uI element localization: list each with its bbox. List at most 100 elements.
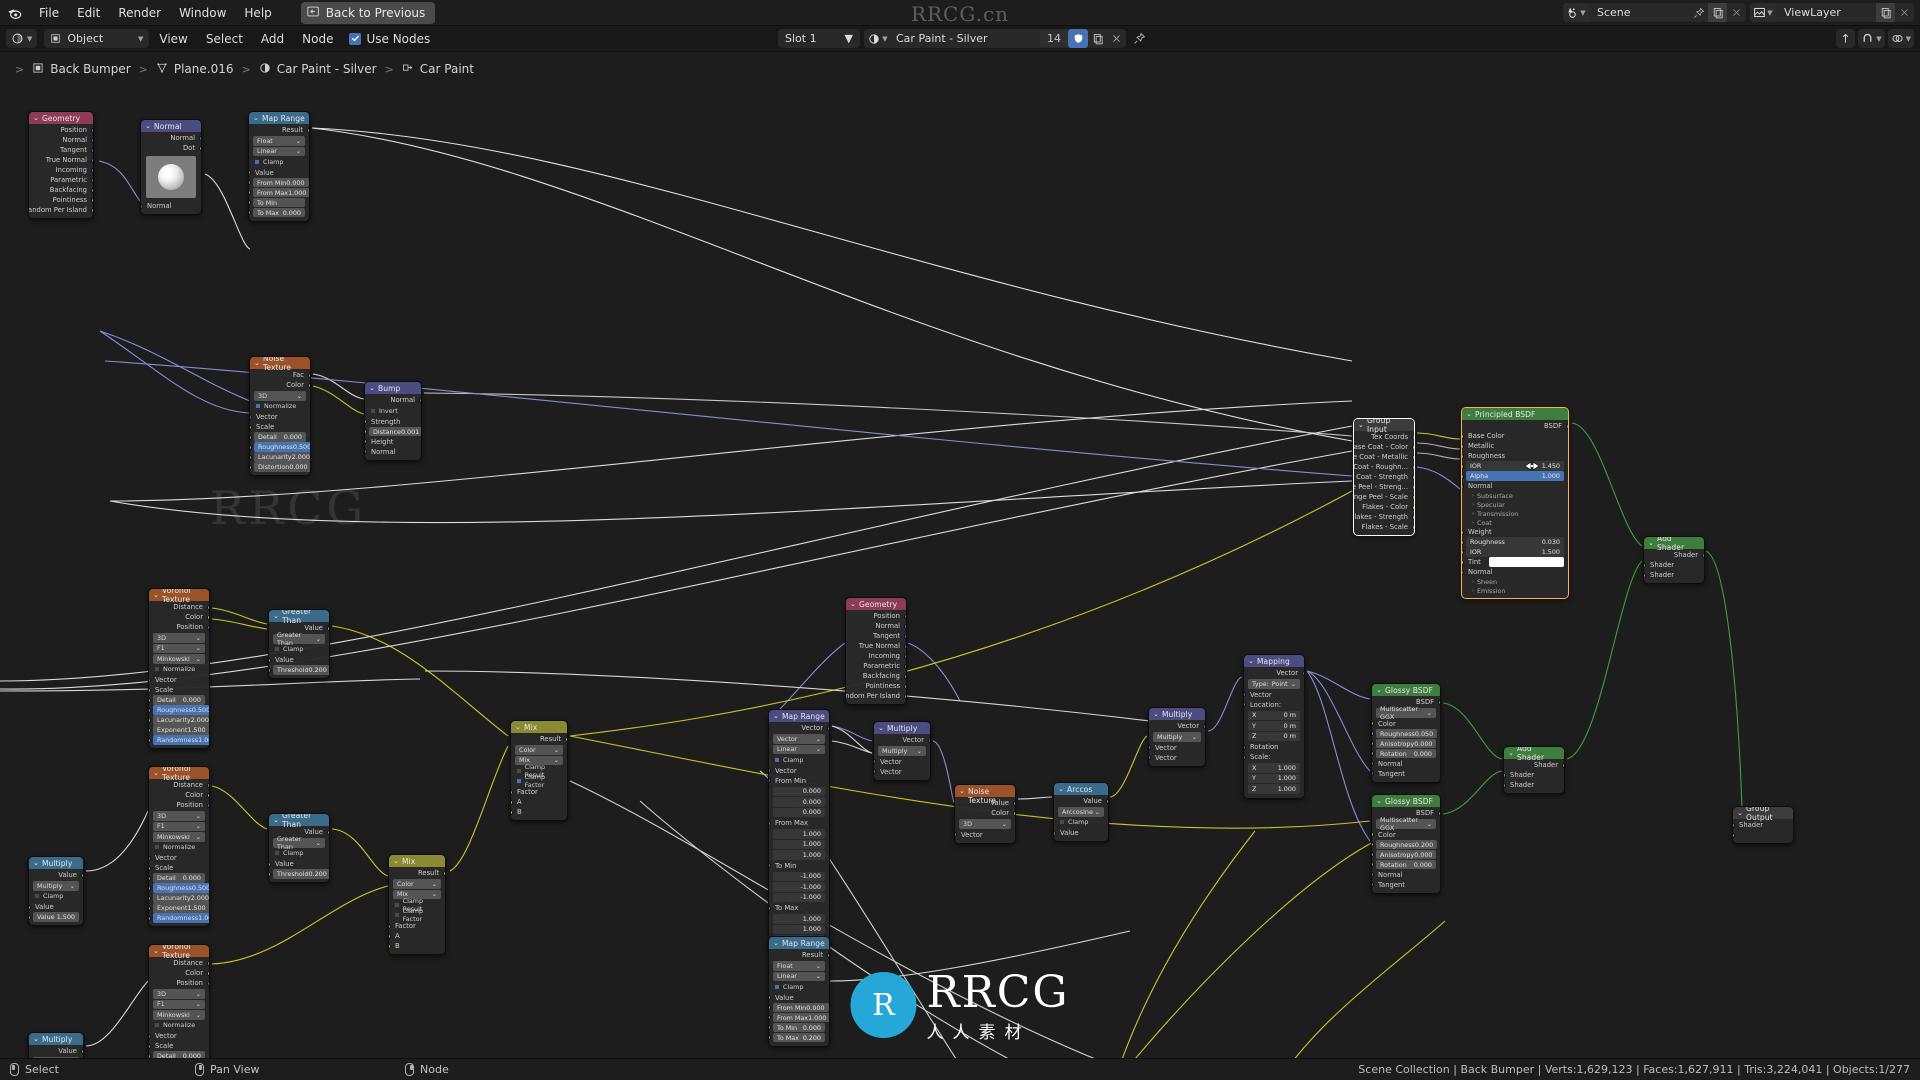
breadcrumb-item-mesh[interactable]: Plane.016 [156,62,234,77]
node-geometry-1-output-7-socket[interactable] [91,197,93,203]
widget-socket[interactable] [769,1035,771,1040]
node-voronoi-2-dropdown-0[interactable]: 3D ⌄ [153,811,205,821]
node-voronoi-2-input-0-socket[interactable] [149,855,151,861]
node-maprange-top[interactable]: ⌄ Map Range Result Float ⌄ Linear ⌄ Clamp Value F… [248,111,310,222]
node-multiply-mid-dropdown-0[interactable]: Multiply ⌄ [878,746,926,756]
node-whitenoise-1-input-0-socket[interactable] [955,832,957,837]
node-maprange-top-widget-3[interactable]: To Max 0.000 [253,207,305,218]
widget-socket[interactable] [250,454,252,460]
node-geometry-1-output-6-socket[interactable] [91,187,93,193]
node-greaterthan-2-output-0-socket[interactable] [327,829,329,835]
node-principled-1-input-1-socket[interactable] [1462,443,1464,449]
node-collapse-icon[interactable]: ⌄ [393,857,399,865]
new-viewlayer-icon[interactable] [1876,3,1895,22]
node-mix-1-dropdown-0[interactable]: Color ⌄ [515,745,563,755]
node-principled-1-panel2-0[interactable]: › Sheen [1462,577,1568,586]
node-header-multiply-mid[interactable]: ⌄ Multiply [874,722,930,734]
node-voronoi-1[interactable]: ⌄ Voronoi Texture Distance Color Position 3D ⌄… [148,588,210,749]
node-principled-1[interactable]: ⌄ Principled BSDF BSDF Base Color Metallic Ro… [1461,407,1569,599]
node-maprange-mid-dropdown-1[interactable]: Linear ⌄ [773,744,825,754]
node-multiply-left-1-widget-0[interactable]: Value 1.500 [33,912,79,922]
node-geometry-1-output-8-socket[interactable] [91,207,93,213]
node-collapse-icon[interactable]: ⌄ [1248,657,1254,665]
widget-socket[interactable] [269,667,271,673]
node-maprange-bot[interactable]: ⌄ Map Range Result Float ⌄ Linear ⌄ Clamp Value F… [768,936,830,1047]
widget-socket[interactable] [1372,842,1374,847]
node-geometry-2-output-7-socket[interactable] [904,683,906,689]
node-principled-1-slider-1[interactable]: Alpha 1.000 [1466,471,1564,481]
widget-socket[interactable] [1372,741,1374,746]
breadcrumb-item-object[interactable]: Back Bumper [32,62,131,77]
node-whitenoise-1-output-0-socket[interactable] [1013,800,1015,806]
delete-scene-icon[interactable] [1727,3,1746,22]
node-collapse-icon[interactable]: ⌄ [878,724,884,732]
node-collapse-icon[interactable]: ⌄ [1153,710,1159,718]
node-multiply-left-1-checkbox-0[interactable]: Clamp [33,892,79,902]
node-maprange-mid-vec-2-val-0[interactable]: -1.000 [773,871,825,881]
node-geometry-1-output-4-socket[interactable] [91,167,93,173]
node-noisetex-1-output-1-socket[interactable] [308,382,310,388]
node-collapse-icon[interactable]: ⌄ [515,723,521,731]
node-greaterthan-1[interactable]: ⌄ Greater Than Value Greater Than ⌄ Clamp Valu… [268,609,330,679]
node-maprange-mid-vec-2-val-1[interactable]: -1.000 [773,882,825,892]
node-geometry-2-output-6-socket[interactable] [904,673,906,679]
widget-socket[interactable] [365,429,367,434]
node-collapse-icon[interactable]: ⌄ [959,787,965,795]
snap-toggle[interactable] [1836,29,1856,48]
node-menu-view[interactable]: View [151,29,195,49]
node-mapping-1-input-0-socket[interactable] [1244,692,1246,697]
widget-socket[interactable] [149,895,151,901]
node-noisetex-1-input-0-socket[interactable] [250,414,252,420]
node-arccos-1-checkbox-0[interactable]: Clamp [1058,818,1104,828]
node-geometry-1-output-0-socket[interactable] [91,127,93,133]
node-geometry-1-output-2-socket[interactable] [91,147,93,153]
vec-socket[interactable] [769,863,771,868]
vec-socket[interactable] [1244,754,1246,760]
node-normal-1-output-0-socket[interactable] [199,135,201,141]
node-mix-1-input-0-socket[interactable] [511,789,513,795]
node-principled-1-panel-0[interactable]: › Subsurface [1462,491,1568,500]
node-principled-1-subwidget-1[interactable]: IOR 1.500 [1466,547,1564,557]
node-maprange-top-widget-1[interactable]: From Max 1.000 [253,187,309,198]
node-arccos-1-dropdown-0[interactable]: Arccosine ⌄ [1058,807,1104,817]
material-icon[interactable]: ▼ [864,33,892,45]
node-mapping-1[interactable]: ⌄ Mapping Vector Type: Point ⌄ Vector Location:… [1243,654,1305,799]
vec-socket[interactable] [769,905,771,911]
editor-type-selector[interactable]: ▼ [6,29,38,48]
node-mix-2-dropdown-0[interactable]: Color ⌄ [393,879,441,889]
node-greaterthan-2-dropdown-0[interactable]: Greater Than ⌄ [273,835,325,851]
node-mapping-1-vec2-0-val-0[interactable]: X 1.000 [1248,763,1300,773]
node-collapse-icon[interactable]: ⌄ [1508,749,1514,757]
node-collapse-icon[interactable]: ⌄ [850,600,856,608]
node-header-noisetex-1[interactable]: ⌄ Noise Texture [250,357,310,372]
widget-socket[interactable] [1372,751,1374,756]
node-maprange-top-widget-2[interactable]: To Min [253,197,305,208]
node-geometry-1-output-3-socket[interactable] [91,157,93,163]
node-groupinput-1-output-0-socket[interactable] [1412,434,1414,440]
node-principled-1-output-0-socket[interactable] [1566,423,1568,429]
node-greaterthan-1-dropdown-0[interactable]: Greater Than ⌄ [273,631,325,647]
fake-user-icon[interactable] [1068,29,1088,48]
node-voronoi-1-widget-2[interactable]: Lacunarity 2.000 [153,715,209,725]
slider-socket[interactable] [1462,473,1464,479]
node-header-geometry-1[interactable]: ⌄ Geometry [29,112,93,124]
node-glossy-2-widget-2[interactable]: Rotation 0.000 [1376,859,1436,870]
node-voronoi-2-widget-4[interactable]: Randomness1.000 [153,913,209,923]
node-collapse-icon[interactable]: ⌄ [369,384,375,392]
node-header-principled-1[interactable]: ⌄ Principled BSDF [1462,408,1568,420]
node-addshader-1-input-1-socket[interactable] [1644,572,1646,578]
node-maprange-bot-dropdown-1[interactable]: Linear ⌄ [773,971,825,981]
node-mapping-1-input3-0-socket[interactable] [1244,744,1246,750]
node-groupinput-1-output-8-socket[interactable] [1412,514,1414,520]
node-voronoi-2-dropdown-1[interactable]: F1 ⌄ [153,821,205,831]
node-collapse-icon[interactable]: ⌄ [254,359,260,367]
node-geometry-2-output-4-socket[interactable] [904,653,906,659]
node-multiply-mid[interactable]: ⌄ Multiply Vector Multiply ⌄ Vector Vector [873,721,931,781]
node-glossy-2-output-0-socket[interactable] [1438,810,1440,816]
node-mapping-1-vec2-0-val-1[interactable]: Y 1.000 [1248,773,1300,783]
node-glossy-2-widget-0[interactable]: Roughness 0.200 [1376,839,1438,850]
node-glossy-1-input2-0-socket[interactable] [1372,761,1374,766]
node-voronoi-3-output-1-socket[interactable] [207,970,209,976]
node-bump-1-input-0-socket[interactable] [365,419,367,424]
widget-socket[interactable] [249,180,251,185]
